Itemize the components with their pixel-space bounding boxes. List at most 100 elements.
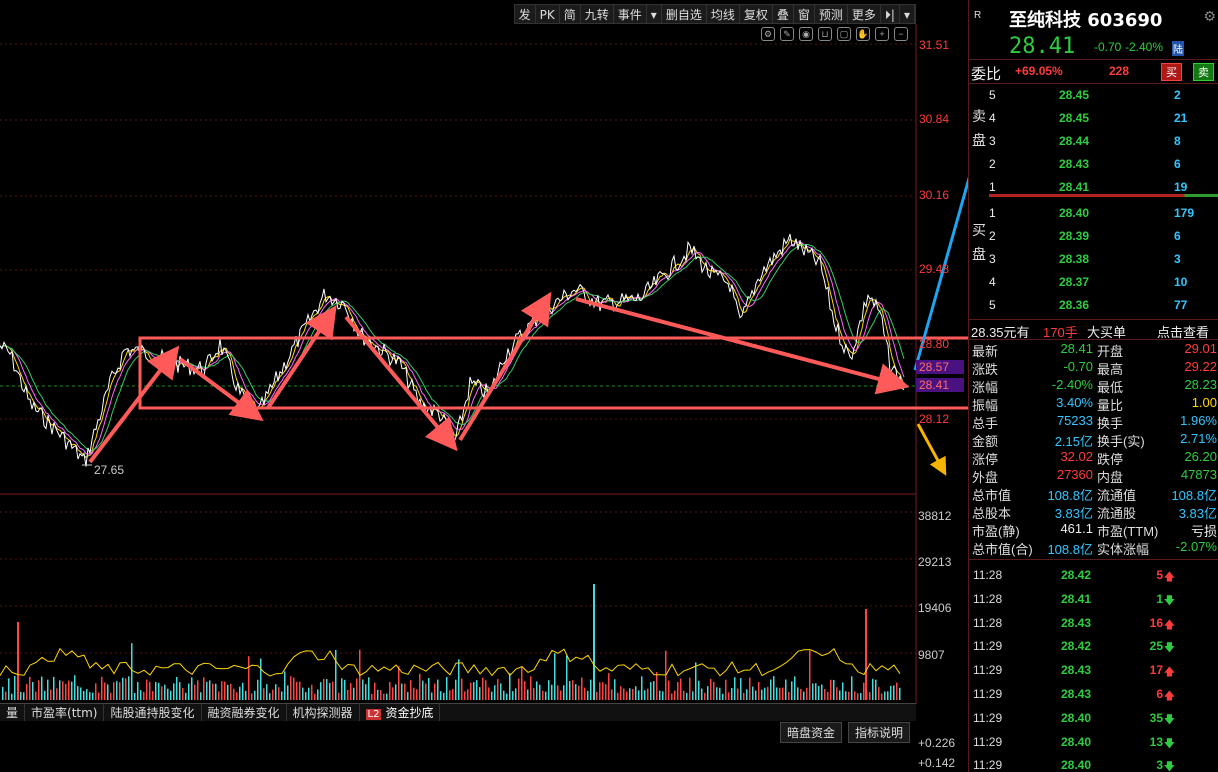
indicator-tick: +0.226: [918, 736, 956, 750]
indicator-buttons: 暗盘资金 指标说明: [779, 722, 910, 743]
order-diff: 228: [1109, 64, 1130, 78]
gear-icon[interactable]: ⚙: [1203, 8, 1216, 25]
tick-price: 28.43: [1061, 687, 1092, 701]
tick-row: 11:29 28.40 35 🡇: [969, 707, 1218, 730]
arrow-down-icon: 🡇: [1163, 641, 1175, 655]
tab-institution-detector[interactable]: 机构探测器: [287, 704, 360, 721]
buy-button[interactable]: 买: [1161, 63, 1182, 81]
price-change-pct: -2.40%: [1125, 40, 1164, 54]
indicator-help-button[interactable]: 指标说明: [847, 722, 910, 743]
price-tick: 28.80: [919, 337, 950, 351]
stat-value: 461.1: [1060, 521, 1093, 536]
northbound-badge: 陆: [1172, 41, 1184, 56]
stat-row: 总市值 108.8亿 流通值 108.8亿: [969, 484, 1218, 503]
tab-fund-bottom[interactable]: L2 资金抄底: [360, 704, 441, 721]
price-tick: 29.48: [919, 262, 950, 276]
sell-level-row[interactable]: 4 28.45 21: [969, 107, 1218, 130]
buy-level-row[interactable]: 3 28.38 3: [969, 248, 1218, 271]
buy-volume: 77: [1174, 298, 1188, 312]
dark-fund-button[interactable]: 暗盘资金: [779, 722, 842, 743]
l2-badge: L2: [365, 709, 382, 720]
stat-row: 外盘 27360 内盘 47873: [969, 466, 1218, 485]
indicator-tick: +0.142: [918, 756, 956, 770]
buy-level-row[interactable]: 5 28.36 77: [969, 294, 1218, 317]
tick-price: 28.40: [1061, 710, 1092, 725]
sell-volume: 2: [1174, 88, 1181, 102]
buy-volume: 179: [1174, 206, 1195, 220]
big-order-link[interactable]: 点击查看: [1157, 322, 1209, 341]
price-tick: 31.51: [919, 38, 950, 52]
quote-panel: R 至纯科技 603690 ⚙ 28.41 -0.70 -2.40% 陆 委比 …: [968, 0, 1218, 772]
sell-volume: 8: [1174, 134, 1181, 148]
tick-row: 11:28 28.41 1 🡇: [969, 588, 1218, 611]
stat-row: 涨幅 -2.40% 最低 28.23: [969, 376, 1218, 395]
stat-value: 2.71%: [1180, 431, 1217, 446]
big-order-label: 大买单: [1087, 325, 1127, 340]
tick-time: 11:29: [973, 687, 1003, 701]
stat-value: 47873: [1180, 467, 1217, 482]
buy-price: 28.40: [1059, 206, 1090, 220]
tick-price: 28.40: [1061, 734, 1092, 749]
tab-pe-ttm[interactable]: 市盈率(ttm): [25, 704, 105, 721]
sell-price: 28.45: [1059, 111, 1090, 125]
tick-time: 11:28: [973, 615, 1003, 630]
tick-time: 11:29: [973, 639, 1003, 654]
buy-level-row[interactable]: 1 28.40 179: [969, 202, 1218, 225]
stat-row: 总手 75233 换手 1.96%: [969, 412, 1218, 431]
stat-value: 108.8亿: [1047, 542, 1093, 557]
buy-price: 28.36: [1059, 298, 1090, 312]
tick-time: 11:29: [973, 734, 1003, 749]
buy-price: 28.39: [1059, 229, 1090, 243]
arrow-down-icon: 🡇: [1163, 736, 1175, 750]
buy-level: 1: [989, 206, 996, 220]
tick-volume: 35: [1149, 710, 1163, 725]
tick-time: 11:28: [973, 568, 1003, 582]
indicator-tabs: 量 市盈率(ttm) 陆股通持股变化 融资融券变化 机构探测器 L2 资金抄底: [0, 703, 916, 721]
volume-tick: 38812: [918, 509, 952, 523]
stat-value: 32.02: [1060, 449, 1093, 464]
tick-volume: 16: [1149, 615, 1163, 630]
tick-price: 28.41: [1061, 591, 1092, 606]
tab-northbound-holding[interactable]: 陆股通持股变化: [104, 704, 202, 721]
sell-level: 5: [989, 88, 996, 102]
tick-row: 11:29 28.42 25 🡇: [969, 635, 1218, 658]
arrow-down-icon: 🡇: [1163, 712, 1175, 726]
tick-price: 28.42: [1061, 639, 1092, 654]
stat-value: 28.23: [1184, 377, 1217, 392]
sell-level-row[interactable]: 2 28.43 6: [969, 153, 1218, 176]
buy-level-row[interactable]: 4 28.37 10: [969, 271, 1218, 294]
tick-price: 28.40: [1061, 758, 1092, 772]
tab-margin-trading[interactable]: 融资融券变化: [202, 704, 287, 721]
sell-button[interactable]: 卖: [1193, 63, 1214, 81]
tab-volume[interactable]: 量: [0, 704, 26, 721]
price-tick: 30.84: [919, 112, 950, 126]
tick-volume: 1: [1156, 591, 1163, 606]
sell-level-row[interactable]: 3 28.44 8: [969, 130, 1218, 153]
tick-volume: 25: [1149, 639, 1163, 654]
tab-fund-bottom-label: 资金抄底: [385, 706, 434, 720]
sell-price: 28.44: [1059, 134, 1090, 148]
buy-level: 4: [989, 275, 996, 289]
tick-time: 11:29: [973, 758, 1003, 772]
sell-level: 3: [989, 134, 996, 148]
stat-value: 3.40%: [1056, 395, 1093, 410]
sell-price: 28.41: [1059, 180, 1090, 194]
stat-value: 29.22: [1184, 359, 1217, 374]
stat-row: 涨跌 -0.70 最高 29.22: [969, 358, 1218, 377]
sell-volume: 6: [1174, 157, 1181, 171]
stat-value: 27360: [1056, 467, 1093, 482]
bid-ask-divider: [989, 194, 1218, 197]
stat-row: 最新 28.41 开盘 29.01: [969, 340, 1218, 359]
order-book: 卖盘 买盘 5 28.45 2 4 28.45 21 3 28.44 8 2 28.43 6 1 28.4…: [969, 84, 1218, 320]
order-ratio-label: 委比: [971, 66, 1002, 83]
sell-level-row[interactable]: 5 28.45 2: [969, 84, 1218, 107]
tick-row: 11:29 28.40 13 🡇: [969, 731, 1218, 754]
stat-value: 1.00: [1191, 395, 1217, 410]
sell-price: 28.45: [1059, 88, 1090, 102]
buy-level-row[interactable]: 2 28.39 6: [969, 225, 1218, 248]
tick-row: 11:29 28.43 6 🡅: [969, 683, 1218, 706]
buy-level: 5: [989, 298, 996, 312]
tick-price: 28.43: [1061, 663, 1092, 678]
stat-row: 市盈(静) 461.1 市盈(TTM) 亏损: [969, 520, 1218, 539]
stat-value: 28.41: [1060, 341, 1093, 356]
